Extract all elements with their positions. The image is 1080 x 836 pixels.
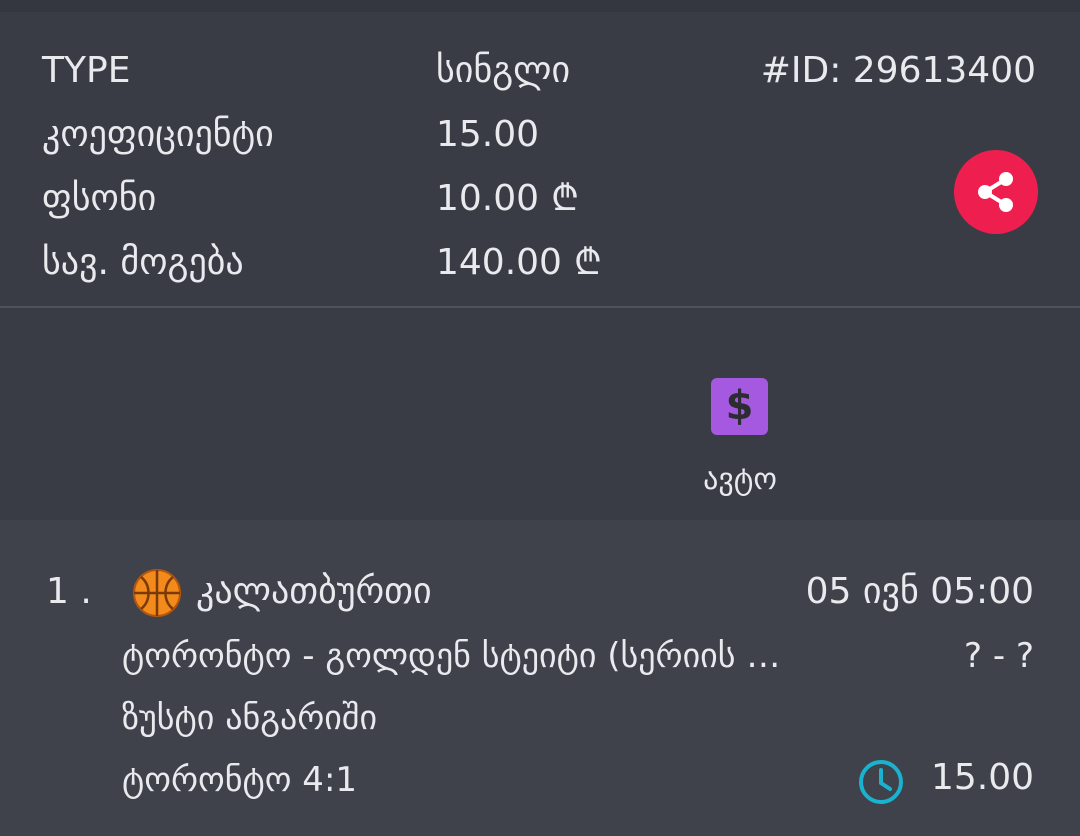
match-name: ტორონტო - გოლდენ სტეიტი (სერიის … [122,636,781,676]
ticket-info: TYPE სინგლი კოეფიციენტი 15.00 ფსონი 10.0… [0,12,1080,306]
stake-label: ფსონი [42,178,157,219]
ticket-id: #ID: 29613400 [760,50,1036,91]
selection-odd: 15.00 [930,757,1034,798]
market-name: ზუსტი ანგარიში [122,698,378,738]
bet-index: 1 . [46,571,92,612]
event-datetime: 05 ივნ 05:00 [805,571,1034,612]
odds-label: კოეფიციენტი [42,114,274,155]
basketball-icon [133,569,181,617]
potential-win-row: სავ. მოგება 140.00 ₾ [42,238,1042,288]
currency-symbol: ₾ [551,178,579,219]
odds-value: 15.00 [436,114,540,155]
auto-section: $ ავტო [0,308,1080,520]
share-icon [978,172,1013,212]
match-score: ? - ? [964,636,1034,676]
share-button[interactable] [954,150,1038,234]
dollar-icon: $ [711,378,768,435]
odds-row: კოეფიციენტი 15.00 [42,110,1042,160]
currency-symbol: ₾ [573,242,602,283]
stake-row: ფსონი 10.00 ₾ [42,174,1042,224]
top-strip [0,0,1080,12]
type-value: სინგლი [436,50,571,91]
stake-value: 10.00 [436,178,540,219]
potential-win-value-wrap: 140.00 ₾ [436,238,602,288]
sport-name: კალათბურთი [196,571,432,612]
selection: ტორონტო 4:1 [122,760,358,800]
auto-button[interactable]: $ ავტო [680,374,800,504]
clock-icon [859,760,903,804]
potential-win-label: სავ. მოგება [42,242,244,283]
potential-win-value: 140.00 [436,242,562,283]
stake-value-wrap: 10.00 ₾ [436,174,579,224]
type-label: TYPE [42,50,131,91]
bet-item[interactable]: 1 . კალათბურთი 05 ივნ 05:00 ტორონტო - გო… [0,520,1080,836]
auto-label: ავტო [703,462,777,497]
